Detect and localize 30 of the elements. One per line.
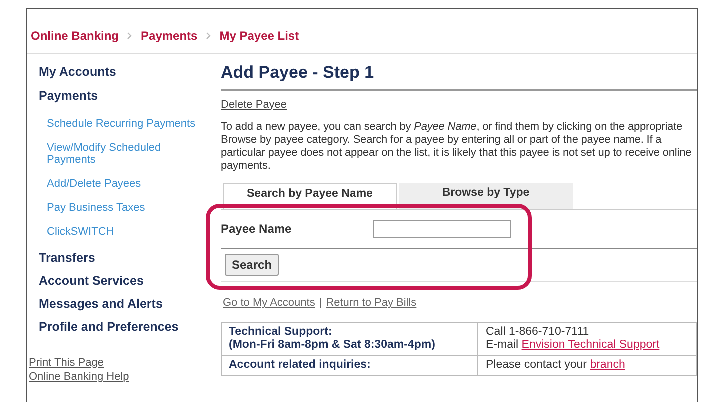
delete-payee-link[interactable]: Delete Payee <box>221 96 697 113</box>
sidebar-section-link[interactable]: Messages and Alerts <box>39 296 221 312</box>
description-text: To add a new payee, you can search by Payee Name, or find them by clicking on the appropriate Browse by payee category. Search for a payee by entering all or part of the payee name. If a particular payee does not appear on the list, it is likely that this payee is not set up to receive online payments. <box>221 121 693 173</box>
chevron-icon <box>206 32 212 40</box>
support-info: E-mail <box>486 338 520 352</box>
chevron-icon <box>127 32 134 40</box>
nav-link[interactable]: Go to My Accounts <box>223 295 316 312</box>
support-label: Technical Support: <box>229 326 334 338</box>
sidebar-section-link[interactable]: Account Services <box>39 273 221 289</box>
page-title: Add Payee - Step 1 <box>221 60 697 90</box>
sidebar-section-link[interactable]: Payments <box>39 88 221 104</box>
breadcrumb-link[interactable]: Online Banking <box>31 27 120 45</box>
support-label: Account related inquiries: <box>229 358 372 372</box>
sidebar-section-link[interactable]: Transfers <box>39 250 221 266</box>
breadcrumb-link[interactable]: My Payee List <box>220 27 300 45</box>
support-info: Please contact your <box>486 358 588 372</box>
support-label: (Mon-Fri 8am-8pm & Sat 8:30am-4pm) <box>229 338 436 352</box>
sidebar-section-link[interactable]: Profile and Preferences <box>39 319 221 335</box>
search-button[interactable]: Search <box>225 254 280 276</box>
footer-link[interactable]: Print This Page <box>29 356 104 370</box>
payee-name-field[interactable] <box>373 220 511 238</box>
support-link[interactable]: Envision Technical Support <box>522 338 660 352</box>
link-separator: | <box>319 296 322 311</box>
nav-link[interactable]: Return to Pay Bills <box>326 295 417 312</box>
support-info: Call 1-866-710-7111 <box>486 326 590 338</box>
support-link[interactable]: branch <box>590 358 626 372</box>
breadcrumb-link[interactable]: Payments <box>141 27 198 45</box>
footer-link[interactable]: Online Banking Help <box>29 370 130 384</box>
payee-name-label: Payee Name <box>221 221 293 238</box>
sidebar-section-link[interactable]: My Accounts <box>39 64 221 80</box>
